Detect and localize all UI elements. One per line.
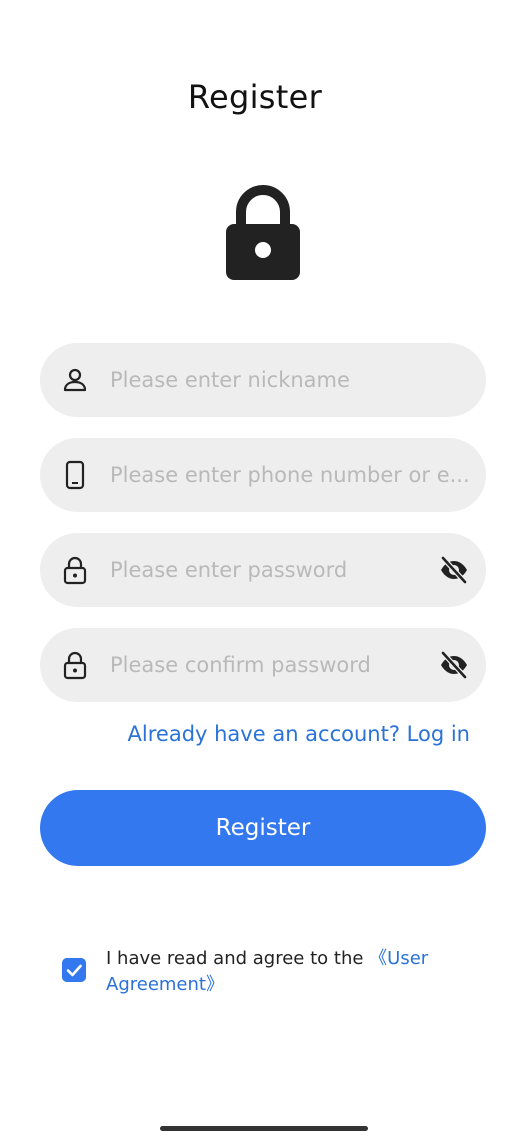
padlock-icon bbox=[226, 185, 300, 280]
user-icon bbox=[63, 368, 87, 392]
nickname-field bbox=[40, 343, 486, 417]
agreement-label: I have read and agree to the bbox=[106, 948, 370, 969]
nickname-input[interactable] bbox=[110, 343, 470, 417]
lock-icon bbox=[63, 556, 87, 585]
page-title: Register bbox=[187, 78, 323, 116]
home-indicator bbox=[160, 1126, 368, 1131]
agreement-checkbox[interactable] bbox=[62, 958, 86, 982]
login-link[interactable]: Already have an account? Log in bbox=[128, 722, 470, 746]
lock-icon bbox=[63, 651, 87, 680]
confirm-password-input[interactable] bbox=[110, 628, 410, 702]
account-field bbox=[40, 438, 486, 512]
agreement-text: I have read and agree to the 《User Agree… bbox=[106, 946, 456, 998]
eye-off-icon[interactable] bbox=[438, 649, 470, 681]
phone-icon bbox=[65, 460, 85, 490]
confirm-password-field bbox=[40, 628, 486, 702]
password-input[interactable] bbox=[110, 533, 410, 607]
register-button[interactable]: Register bbox=[40, 790, 486, 866]
eye-off-icon[interactable] bbox=[438, 554, 470, 586]
password-field bbox=[40, 533, 486, 607]
account-input[interactable] bbox=[110, 438, 476, 512]
register-screen: Register Please enter nickname Please en… bbox=[0, 0, 510, 1137]
